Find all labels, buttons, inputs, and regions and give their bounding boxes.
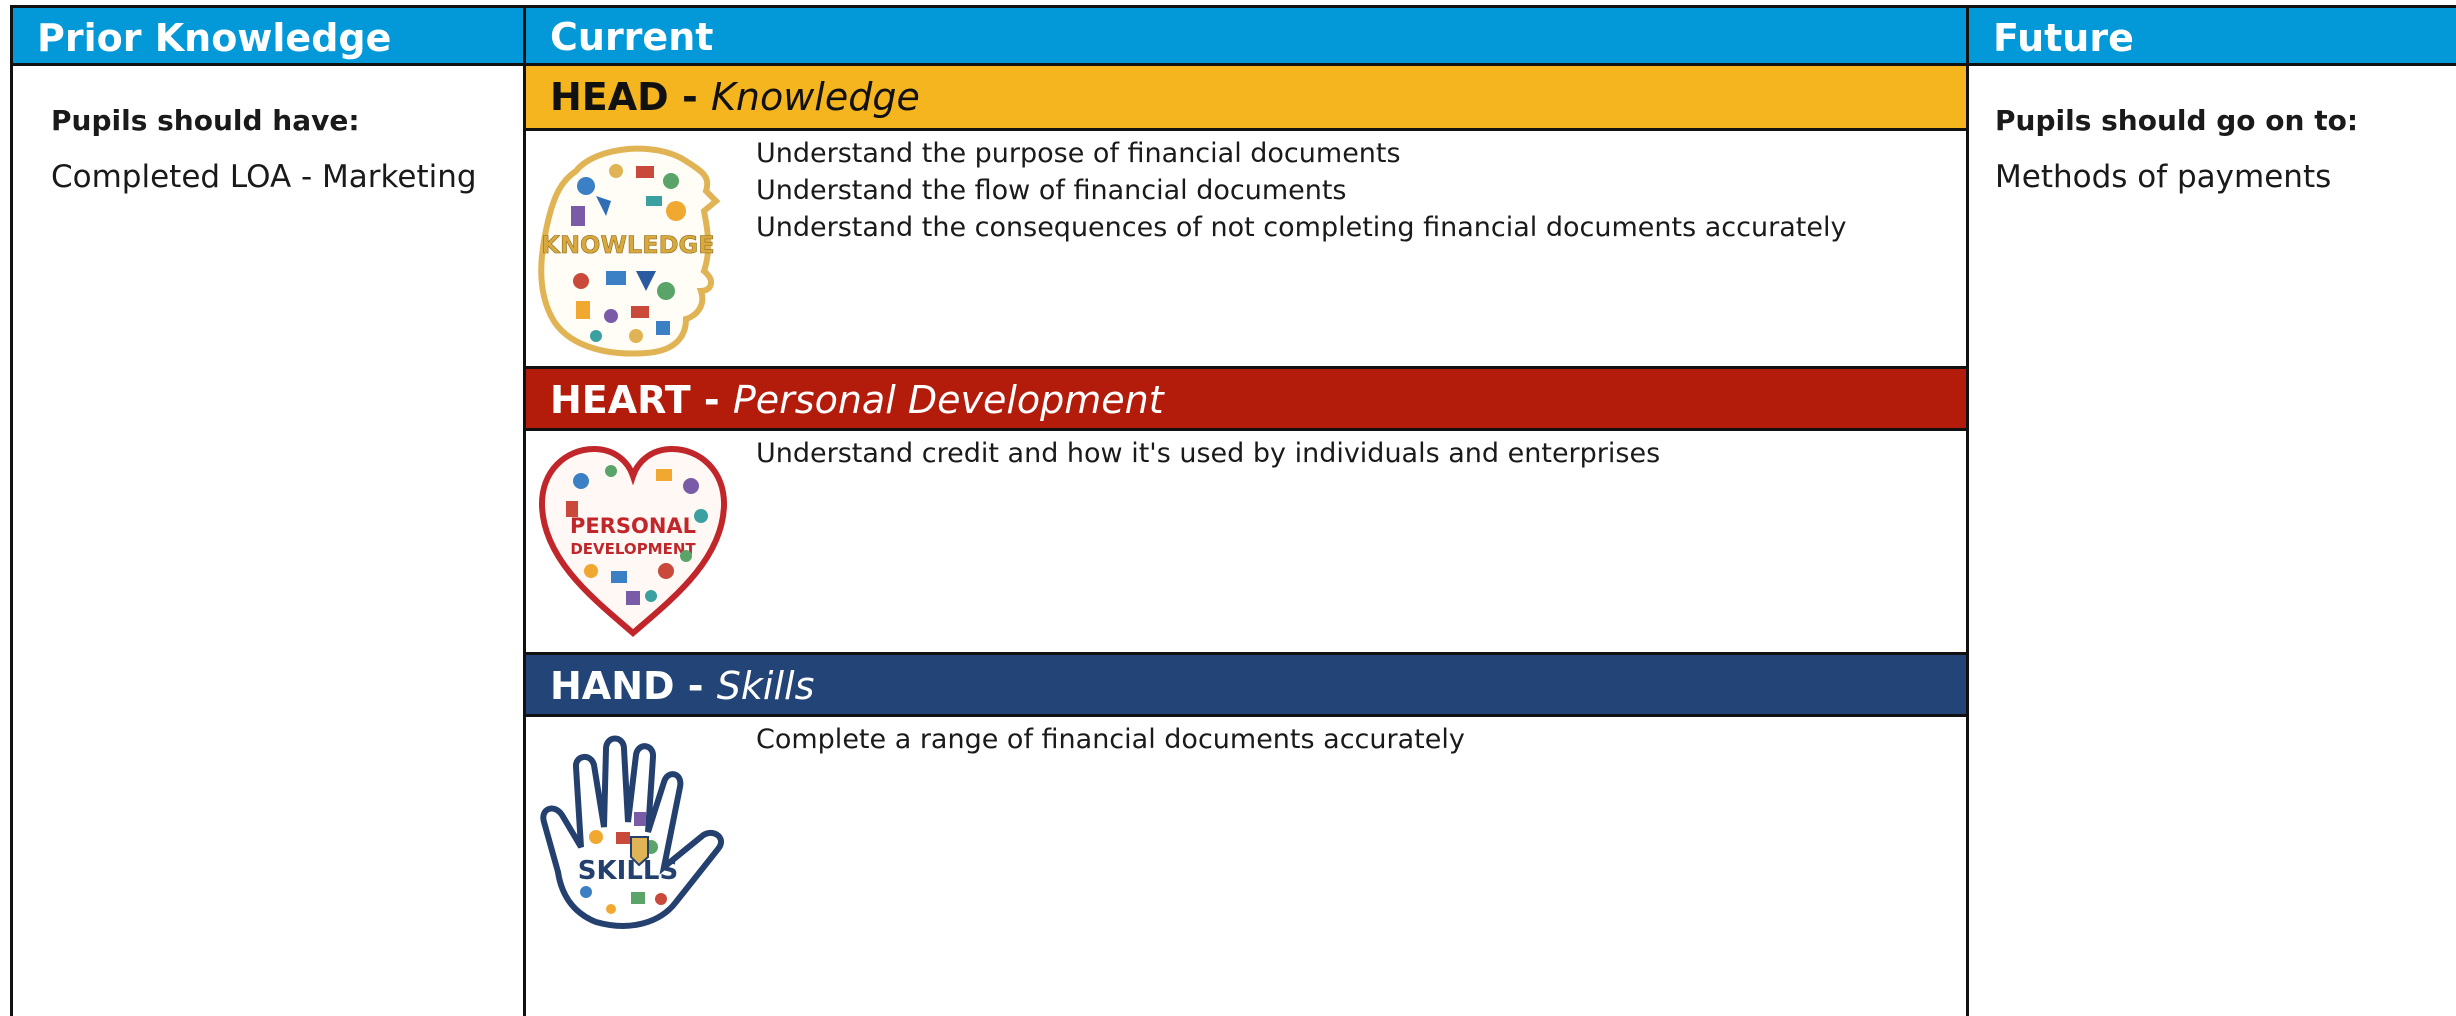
hand-title-subtitle: Skills xyxy=(716,664,815,708)
curriculum-page: Prior Knowledge Pupils should have: Comp… xyxy=(0,0,2456,1016)
prior-knowledge-label: Pupils should have: xyxy=(51,104,360,137)
personal-development-heart-icon: PERSONAL DEVELOPMENT xyxy=(538,445,728,637)
current-column: Current HEAD - Knowledge KNOWLEDGE Under… xyxy=(523,5,1969,1016)
head-section-title: HEAD - Knowledge xyxy=(526,66,1966,131)
list-item: Complete a range of financial documents … xyxy=(756,724,1465,755)
future-column: Future Pupils should go on to: Methods o… xyxy=(1969,5,2456,1016)
heart-section-title: HEART - Personal Development xyxy=(526,366,1966,431)
future-label: Pupils should go on to: xyxy=(1995,104,2359,137)
prior-knowledge-body: Pupils should have: Completed LOA - Mark… xyxy=(13,66,523,195)
hand-title-prefix: HAND - xyxy=(550,664,717,708)
hand-items-list: Complete a range of financial documents … xyxy=(756,721,1465,758)
hand-section-title: HAND - Skills xyxy=(526,652,1966,717)
development-word: DEVELOPMENT xyxy=(570,540,696,558)
skills-hand-icon: SKILLS xyxy=(540,735,724,929)
future-body: Pupils should go on to: Methods of payme… xyxy=(1969,66,2456,195)
heart-items-list: Understand credit and how it's used by i… xyxy=(756,435,1660,472)
list-item: Understand the purpose of financial docu… xyxy=(756,138,1401,169)
future-value: Methods of payments xyxy=(1995,159,2332,195)
knowledge-head-icon: KNOWLEDGE xyxy=(538,145,721,357)
prior-knowledge-value: Completed LOA - Marketing xyxy=(51,159,477,195)
head-items-list: Understand the purpose of financial docu… xyxy=(756,135,1846,246)
heart-title-prefix: HEART - xyxy=(550,378,733,422)
heart-section: PERSONAL DEVELOPMENT Understand credit a… xyxy=(526,431,1966,652)
personal-word: PERSONAL xyxy=(570,514,696,538)
heart-title-subtitle: Personal Development xyxy=(732,378,1164,422)
head-title-prefix: HEAD - xyxy=(550,75,711,119)
prior-knowledge-header: Prior Knowledge xyxy=(13,5,523,66)
list-item: Understand the flow of financial documen… xyxy=(756,175,1347,206)
prior-knowledge-column: Prior Knowledge Pupils should have: Comp… xyxy=(10,5,523,1016)
list-item: Understand credit and how it's used by i… xyxy=(756,438,1661,469)
skills-word: SKILLS xyxy=(578,856,678,886)
head-section: KNOWLEDGE Understand the purpose of fina… xyxy=(526,131,1966,366)
hand-section: SKILLS Complete a range of financial doc… xyxy=(526,717,1966,1007)
current-header: Current xyxy=(526,5,1966,66)
knowledge-word: KNOWLEDGE xyxy=(541,231,714,259)
future-header: Future xyxy=(1969,5,2456,66)
list-item: Understand the consequences of not compl… xyxy=(756,212,1847,243)
head-title-subtitle: Knowledge xyxy=(710,75,920,119)
